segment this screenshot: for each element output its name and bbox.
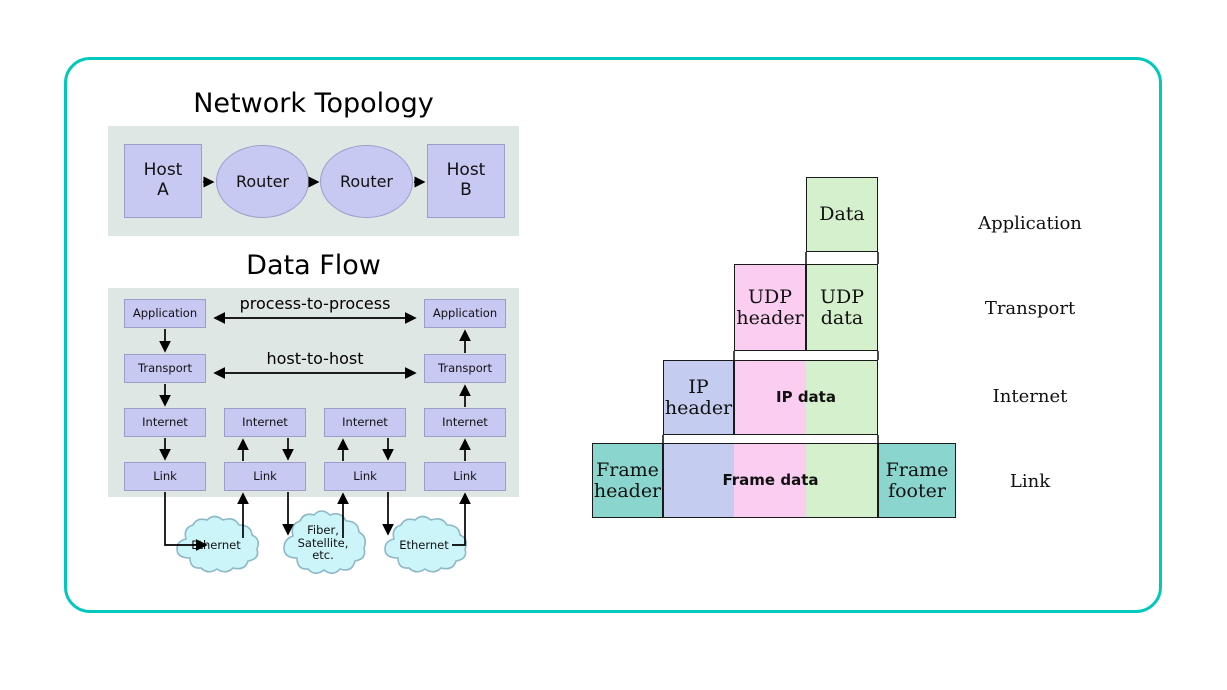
cloud-fiber-satellite[interactable]: Fiber, Satellite, etc. [277,508,369,578]
dataflow-application-right-label: Application [432,305,498,320]
dataflow-label-host-to-host: host-to-host [266,349,364,368]
dataflow-box-internet-4[interactable]: Internet [424,408,506,437]
dataflow-transport-left-label: Transport [138,360,192,375]
enc-frame-footer-line1: Frame [885,458,949,481]
enc-udp-data-line1: UDP [819,285,865,308]
router-1-label: Router [235,172,290,191]
enc-frame-footer-line2: footer [888,479,946,502]
enc-frame-data-label: Frame data [722,471,819,490]
host-b-label-line2: B [460,180,472,200]
dataflow-internet-1-label: Internet [142,414,188,429]
network-topology-title: Network Topology [193,88,434,119]
dataflow-box-application-left[interactable]: Application [124,299,206,328]
enc-ip-header-line2: header [664,396,733,419]
cloud-shape-icon [176,515,259,573]
dataflow-box-link-2[interactable]: Link [224,462,306,491]
layer-label-internet: Internet [992,386,1068,407]
dataflow-box-internet-1[interactable]: Internet [124,408,206,437]
cloud-shape-icon [384,515,467,573]
cloud-shape-icon [283,510,366,575]
enc-cell-ip-header: IP header [663,360,734,435]
host-a-label-line2: A [157,180,169,200]
dataflow-box-transport-left[interactable]: Transport [124,354,206,383]
dataflow-box-link-3[interactable]: Link [324,462,406,491]
enc-frame-header-line2: header [593,479,662,502]
enc-udp-header-line1: UDP [747,285,793,308]
dataflow-box-application-right[interactable]: Application [424,299,506,328]
enc-label-frame-data: Frame data [663,443,878,518]
dataflow-internet-2-label: Internet [242,414,288,429]
dataflow-internet-3-label: Internet [342,414,388,429]
dataflow-link-3-label: Link [353,468,377,483]
enc-ip-data-label: IP data [776,388,836,407]
dataflow-label-process-to-process: process-to-process [239,294,391,313]
dataflow-box-link-4[interactable]: Link [424,462,506,491]
enc-cell-frame-footer: Frame footer [878,443,956,518]
topology-node-router-2[interactable]: Router [320,145,413,218]
host-a-label-line1: Host [143,160,183,181]
topology-node-router-1[interactable]: Router [216,145,309,218]
dataflow-transport-right-label: Transport [438,360,492,375]
enc-cell-udp-header: UDP header [734,264,806,351]
dataflow-link-1-label: Link [153,468,177,483]
dataflow-link-2-label: Link [253,468,277,483]
router-2-label: Router [339,172,394,191]
dataflow-internet-4-label: Internet [442,414,488,429]
enc-data-label: Data [819,203,865,226]
enc-cell-frame-header: Frame header [592,443,663,518]
enc-cell-data: Data [806,177,878,252]
enc-udp-data-line2: data [820,306,864,329]
enc-cell-udp-data: UDP data [806,264,878,351]
cloud-ethernet-left[interactable]: Ethernet [170,514,262,576]
dataflow-box-link-1[interactable]: Link [124,462,206,491]
enc-frame-header-line1: Frame [596,458,659,481]
layer-label-transport: Transport [984,298,1076,319]
cloud-ethernet-right[interactable]: Ethernet [378,514,470,576]
topology-node-host-b[interactable]: Host B [427,144,505,218]
enc-ip-header-line1: IP [688,375,709,398]
dataflow-link-4-label: Link [453,468,477,483]
layer-label-link: Link [1009,471,1051,492]
layer-label-application: Application [978,213,1082,234]
dataflow-application-left-label: Application [132,305,198,320]
enc-label-ip-data: IP data [734,360,878,435]
enc-udp-header-line2: header [736,306,804,329]
topology-node-host-a[interactable]: Host A [124,144,202,218]
dataflow-box-internet-2[interactable]: Internet [224,408,306,437]
data-flow-title: Data Flow [246,250,381,281]
host-b-label-line1: Host [446,160,486,181]
dataflow-box-internet-3[interactable]: Internet [324,408,406,437]
dataflow-box-transport-right[interactable]: Transport [424,354,506,383]
